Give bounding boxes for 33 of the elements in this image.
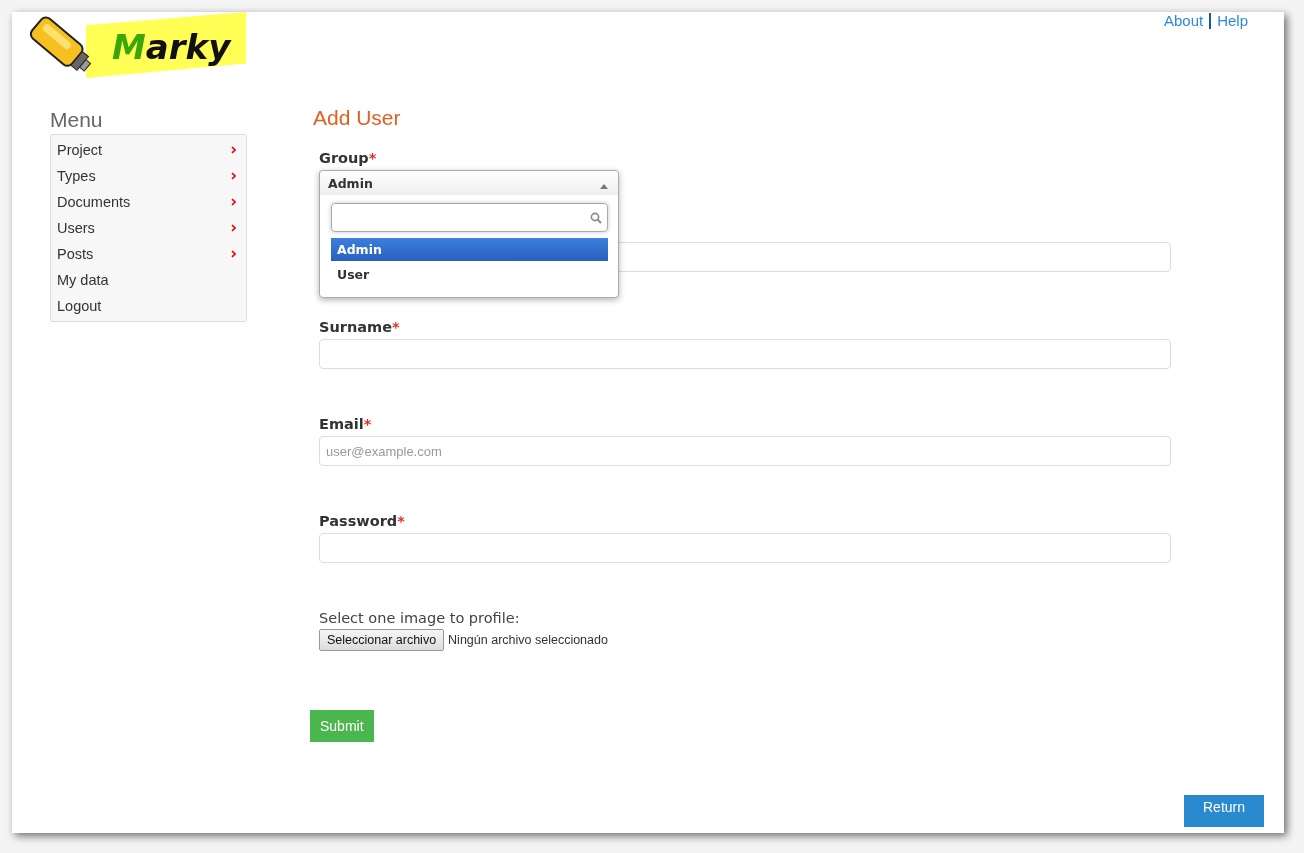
return-button[interactable]: Return <box>1184 795 1264 827</box>
input-field[interactable] <box>319 533 1171 563</box>
page-title: Add User <box>313 106 401 130</box>
search-icon <box>590 211 602 224</box>
field-label: Surname* <box>319 319 401 337</box>
menu-item[interactable]: Project <box>51 137 246 163</box>
chevron-right-icon <box>231 250 236 258</box>
field-label: Password* <box>319 513 406 531</box>
menu-title: Menu <box>50 108 103 132</box>
chevron-right-icon <box>231 224 236 232</box>
triangle-up-icon <box>600 183 608 189</box>
input-field[interactable]: user@example.com <box>319 436 1171 466</box>
top-link[interactable]: About <box>1163 12 1204 29</box>
choose-file-button[interactable]: Seleccionar archivo <box>319 629 445 651</box>
file-label: Select one image to profile: <box>319 610 520 626</box>
menu-item[interactable]: Posts <box>51 241 246 267</box>
chevron-right-icon <box>231 146 236 154</box>
menu-item[interactable]: Logout <box>51 293 246 319</box>
chevron-right-icon <box>231 172 236 180</box>
top-link[interactable]: Help <box>1217 12 1248 29</box>
menu-item[interactable]: Types <box>51 163 246 189</box>
dropdown-option[interactable]: User <box>331 263 608 286</box>
menu-item[interactable]: Documents <box>51 189 246 215</box>
chevron-right-icon <box>231 198 236 206</box>
field-label: Email* <box>319 416 373 434</box>
dropdown-option[interactable]: Admin <box>331 238 608 261</box>
field-label: Group* <box>319 150 378 168</box>
search-field[interactable] <box>331 203 608 232</box>
group-select-value[interactable]: Admin <box>320 171 618 195</box>
menu-item[interactable]: My data <box>51 267 246 293</box>
file-status: Ningún archivo seleccionado <box>448 633 608 647</box>
menu-item[interactable]: Users <box>51 215 246 241</box>
input-field[interactable] <box>319 339 1171 369</box>
